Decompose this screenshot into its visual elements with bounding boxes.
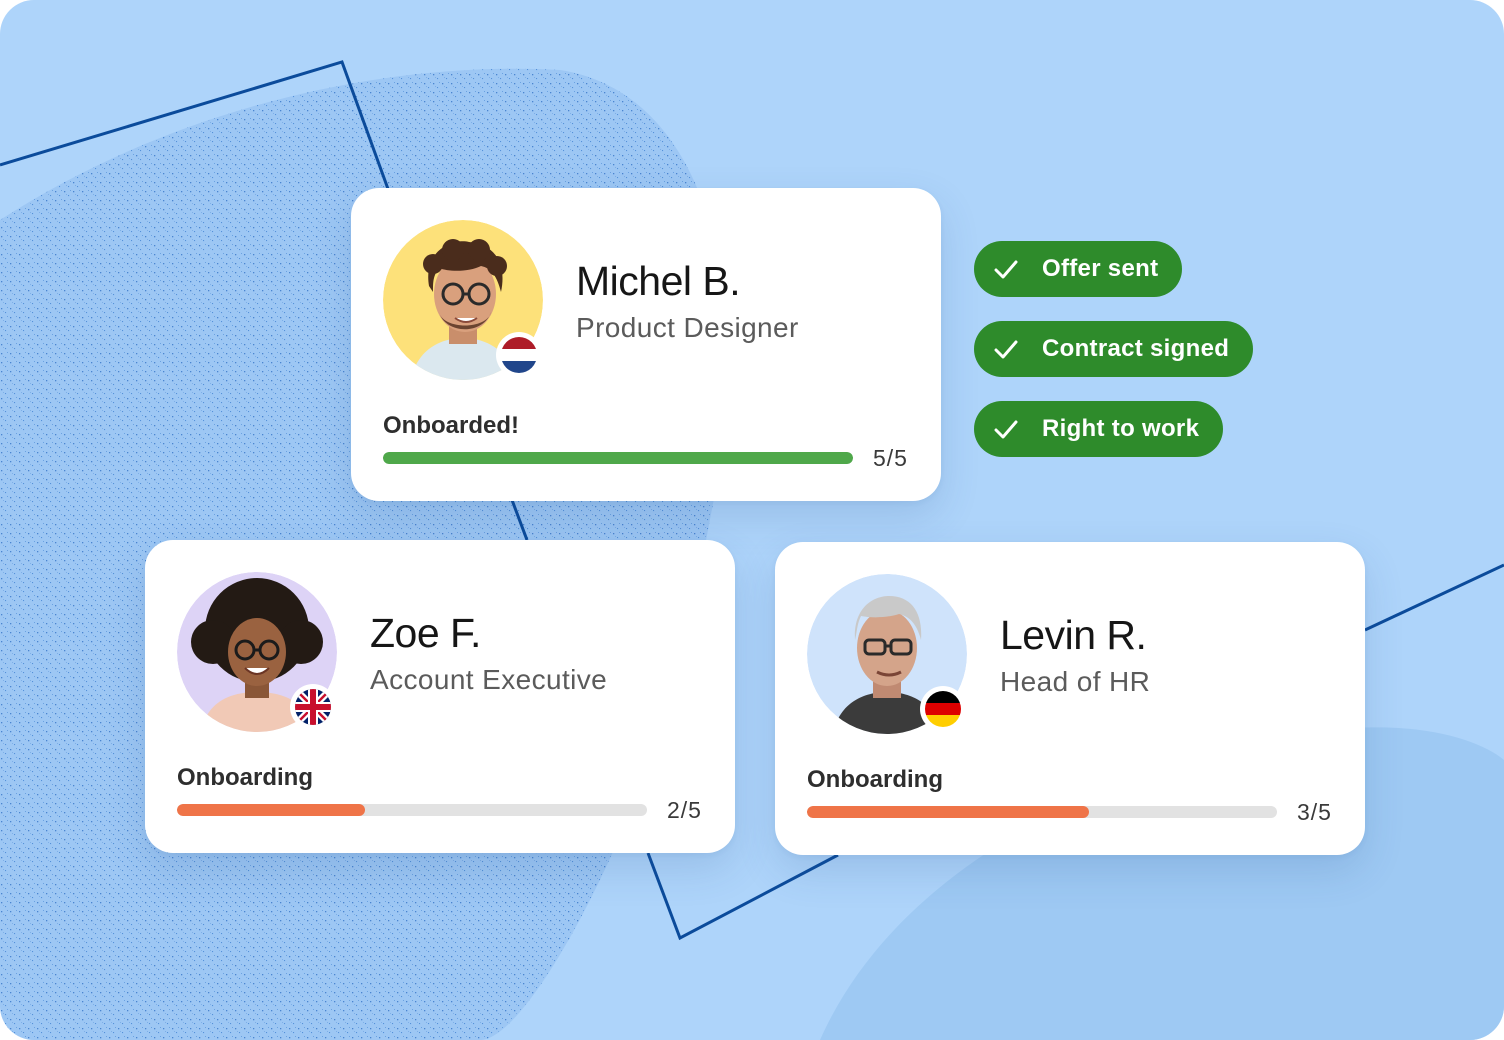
checklist-item-label: Offer sent (1042, 255, 1159, 282)
avatar (807, 574, 967, 734)
checklist-item-label: Contract signed (1042, 335, 1230, 362)
employee-card-levin[interactable]: Levin R. Head of HR Onboarding 3/5 (775, 542, 1365, 855)
employee-name: Levin R. (1000, 612, 1147, 658)
checklist-item-offer-sent[interactable]: Offer sent (974, 241, 1183, 297)
employee-role: Head of HR (1000, 666, 1151, 697)
employee-name: Zoe F. (370, 610, 481, 656)
avatar (383, 220, 543, 380)
progress-fill (383, 452, 853, 464)
employee-card-michel[interactable]: Michel B. Product Designer Onboarded! 5/… (351, 188, 941, 501)
check-icon (992, 415, 1020, 443)
progress-fill (807, 806, 1089, 818)
avatar (177, 572, 337, 732)
germany-flag-icon (920, 686, 966, 732)
check-icon (992, 255, 1020, 283)
outline-frame-bottom (646, 852, 839, 941)
onboarding-status: Onboarded! (383, 412, 519, 439)
background-decoration (0, 60, 1504, 1040)
employee-role: Account Executive (370, 664, 608, 695)
progress-count: 5/5 (873, 445, 908, 471)
employee-role: Product Designer (576, 312, 799, 343)
onboarding-status: Onboarding (807, 766, 943, 793)
employee-card-zoe[interactable]: Zoe F. Account Executive Onboarding 2/5 (145, 540, 735, 853)
employee-name: Michel B. (576, 258, 741, 304)
progress-bar (383, 452, 853, 464)
progress-count: 2/5 (667, 797, 702, 823)
progress-bar (177, 804, 647, 816)
outline-frame-right (1364, 563, 1504, 632)
checklist-item-label: Right to work (1042, 415, 1200, 442)
checklist-item-right-to-work[interactable]: Right to work (974, 401, 1224, 457)
netherlands-flag-icon (496, 332, 542, 378)
hero-illustration: Michel B. Product Designer Onboarded! 5/… (0, 0, 1504, 1040)
onboarding-status: Onboarding (177, 764, 313, 791)
checklist-item-contract-signed[interactable]: Contract signed (974, 321, 1254, 377)
progress-count: 3/5 (1297, 799, 1332, 825)
uk-flag-icon (290, 684, 336, 730)
progress-fill (177, 804, 365, 816)
progress-bar (807, 806, 1277, 818)
check-icon (992, 335, 1020, 363)
